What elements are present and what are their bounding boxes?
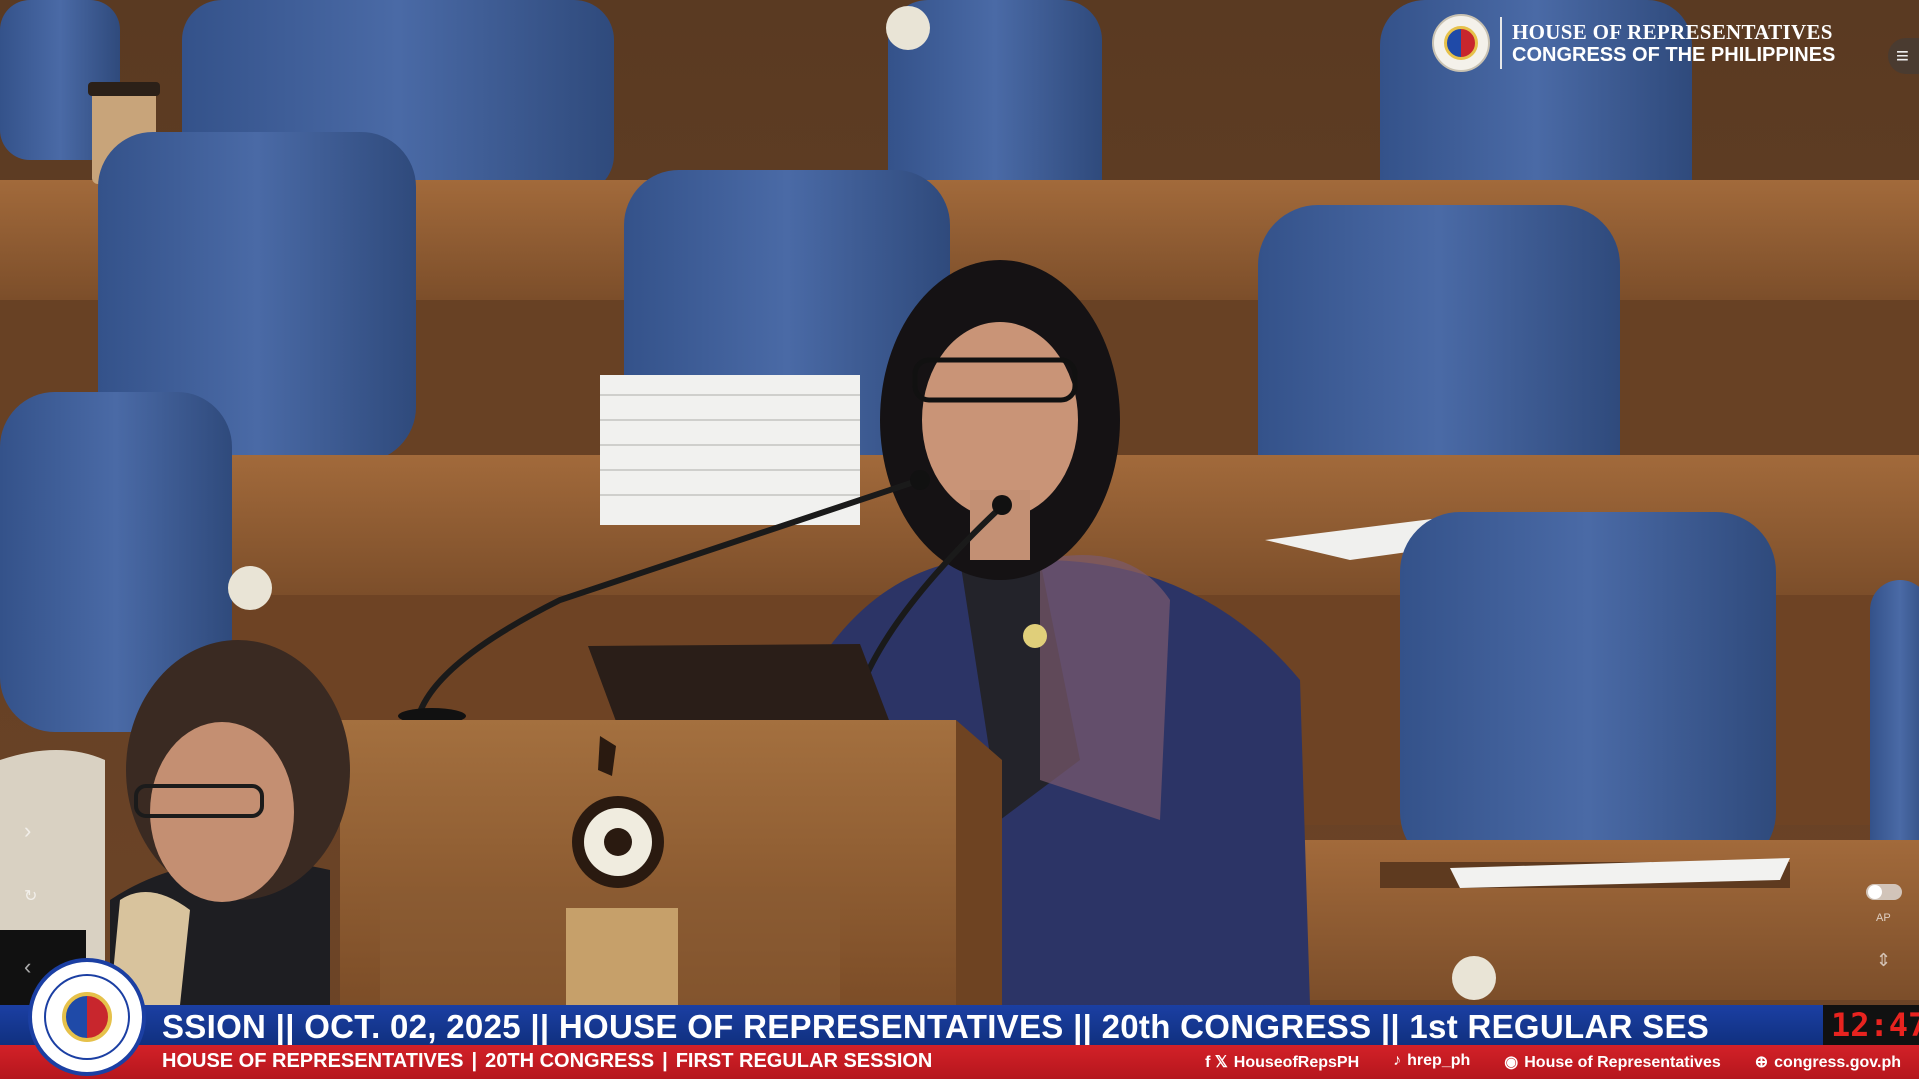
replay-button[interactable]: ↻: [24, 886, 37, 906]
menu-button[interactable]: ≡: [1888, 38, 1919, 74]
info-congress: 20TH CONGRESS: [485, 1050, 655, 1072]
tiktok-icon: ♪: [1393, 1052, 1402, 1069]
broadcast-logo: HOUSE OF REPRESENTATIVES CONGRESS OF THE…: [1432, 14, 1835, 72]
info-separator: |: [471, 1050, 478, 1072]
news-ticker: SSION || OCT. 02, 2025 || HOUSE OF REPRE…: [0, 1005, 1919, 1045]
logo-divider: [1500, 17, 1502, 69]
globe-icon: ⊕: [1754, 1054, 1769, 1071]
youtube-icon: ◉: [1504, 1054, 1519, 1071]
social-youtube[interactable]: ◉ House of Representatives: [1504, 1052, 1720, 1072]
social-facebook-x[interactable]: f 𝕏 HouseofRepsPH: [1205, 1052, 1359, 1072]
hamburger-icon: ≡: [1896, 43, 1909, 68]
logo-text: HOUSE OF REPRESENTATIVES CONGRESS OF THE…: [1512, 20, 1835, 66]
autoplay-toggle[interactable]: [1866, 884, 1902, 900]
toggle-knob: [1868, 885, 1882, 899]
logo-line1: HOUSE OF REPRESENTATIVES: [1512, 20, 1833, 44]
expand-button[interactable]: ⇕: [1876, 950, 1891, 971]
replay-icon: ↻: [24, 888, 38, 905]
chevron-right-icon: ›: [24, 818, 32, 843]
house-seal-logo: [28, 958, 146, 1076]
broadcast-clock: 12:47: [1823, 1005, 1919, 1045]
social-handle: HouseofRepsPH: [1233, 1054, 1360, 1071]
social-handle: hrep_ph: [1407, 1052, 1471, 1069]
chevron-left-icon: ‹: [24, 954, 32, 979]
philippine-flag-emblem-icon: [62, 992, 112, 1042]
info-bar: HOUSE OF REPRESENTATIVES | 20TH CONGRESS | F…: [0, 1045, 1919, 1079]
info-session: FIRST REGULAR SESSION: [675, 1050, 933, 1072]
website-link[interactable]: ⊕ congress.gov.ph: [1755, 1052, 1901, 1072]
info-separator: |: [662, 1050, 668, 1072]
video-frame: HOUSE OF REPRESENTATIVES CONGRESS OF THE…: [0, 0, 1919, 1079]
session-info: HOUSE OF REPRESENTATIVES | 20TH CONGRESS | F…: [162, 1050, 932, 1073]
facebook-x-icon: f 𝕏: [1205, 1054, 1228, 1071]
prev-button[interactable]: ‹: [24, 954, 31, 980]
social-tiktok[interactable]: ♪ hrep_ph: [1393, 1052, 1470, 1072]
social-links: f 𝕏 HouseofRepsPH ♪ hrep_ph ◉ House of Repr…: [1205, 1052, 1901, 1072]
logo-line2: CONGRESS OF THE PHILIPPINES: [1512, 44, 1836, 66]
website-text: congress.gov.ph: [1774, 1054, 1901, 1071]
next-button[interactable]: ›: [24, 818, 31, 844]
session-hall-scene: [0, 0, 1919, 1079]
social-handle: House of Representatives: [1524, 1054, 1721, 1071]
house-seal-icon: [1432, 14, 1490, 72]
info-house: HOUSE OF REPRESENTATIVES: [162, 1050, 464, 1072]
chevron-up-down-icon: ⇕: [1876, 950, 1892, 970]
ticker-text: SSION || OCT. 02, 2025 || HOUSE OF REPRE…: [162, 1008, 1710, 1045]
autoplay-label: AP: [1876, 912, 1891, 924]
